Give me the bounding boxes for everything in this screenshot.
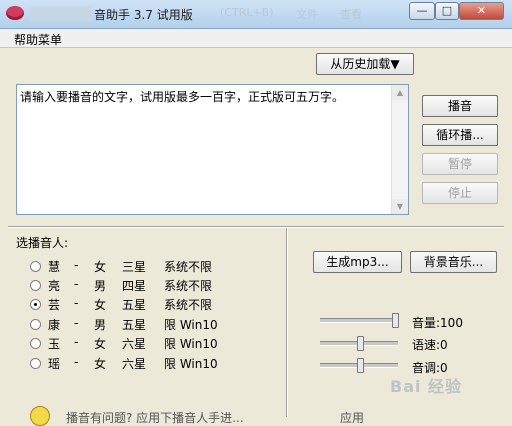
radio-button[interactable] — [30, 319, 41, 330]
volume-slider-thumb[interactable] — [392, 313, 399, 328]
close-button[interactable]: ✕ — [459, 2, 504, 20]
pause-button[interactable]: 暂停 — [422, 153, 498, 175]
ghost-text: 查看 — [340, 8, 362, 21]
menu-help[interactable]: 帮助菜单 — [14, 31, 62, 48]
pitch-slider-thumb[interactable] — [357, 358, 364, 373]
watermark: Bai 经验 — [390, 377, 463, 396]
footer-tip: 播音有问题? 应用下播音人手进... — [66, 411, 244, 425]
stop-button[interactable]: 停止 — [422, 182, 498, 204]
generate-mp3-button[interactable]: 生成mp3... — [313, 251, 402, 273]
loop-play-button[interactable]: 循环播... — [422, 124, 498, 146]
app-logo-icon — [6, 6, 24, 20]
scroll-down-icon[interactable]: ▼ — [392, 199, 408, 214]
rate-label: 语速:0 — [412, 338, 448, 352]
voice-section-title: 选播音人: — [16, 236, 69, 250]
radio-button[interactable] — [30, 261, 41, 272]
rate-slider-thumb[interactable] — [357, 336, 364, 351]
maximize-button[interactable]: □ — [435, 2, 459, 20]
ghost-text: 文件 — [296, 8, 318, 21]
volume-label: 音量:100 — [412, 316, 463, 330]
text-input[interactable]: 请输入要播音的文字，试用版最多一百字，正式版可五万字。 ▲ ▼ — [16, 84, 409, 215]
divider — [8, 226, 504, 228]
divider — [286, 228, 288, 417]
lightbulb-icon — [30, 406, 50, 426]
radio-button[interactable] — [30, 280, 41, 291]
scroll-up-icon[interactable]: ▲ — [392, 85, 408, 100]
title-redacted — [30, 7, 92, 21]
radio-button[interactable] — [30, 358, 41, 369]
play-button[interactable]: 播音 — [422, 95, 498, 117]
scrollbar[interactable]: ▲ ▼ — [391, 85, 408, 214]
footer-apply[interactable]: 应用 — [340, 409, 364, 426]
ghost-text: (CTRL+B) — [220, 6, 274, 19]
radio-button-checked[interactable] — [30, 299, 41, 310]
volume-slider-track[interactable] — [320, 318, 398, 323]
history-load-button[interactable]: 从历史加载▼ — [316, 53, 414, 75]
window-title: 音助手 3.7 试用版 — [94, 8, 193, 22]
minimize-button[interactable]: — — [409, 2, 435, 20]
radio-button[interactable] — [30, 338, 41, 349]
text-input-content: 请输入要播音的文字，试用版最多一百字，正式版可五万字。 — [20, 90, 345, 104]
title-bar: 音助手 3.7 试用版 (CTRL+B) 文件 查看 — □ ✕ — [0, 0, 512, 29]
background-music-button[interactable]: 背景音乐... — [410, 251, 497, 273]
menu-bar: 帮助菜单 — [0, 29, 512, 48]
